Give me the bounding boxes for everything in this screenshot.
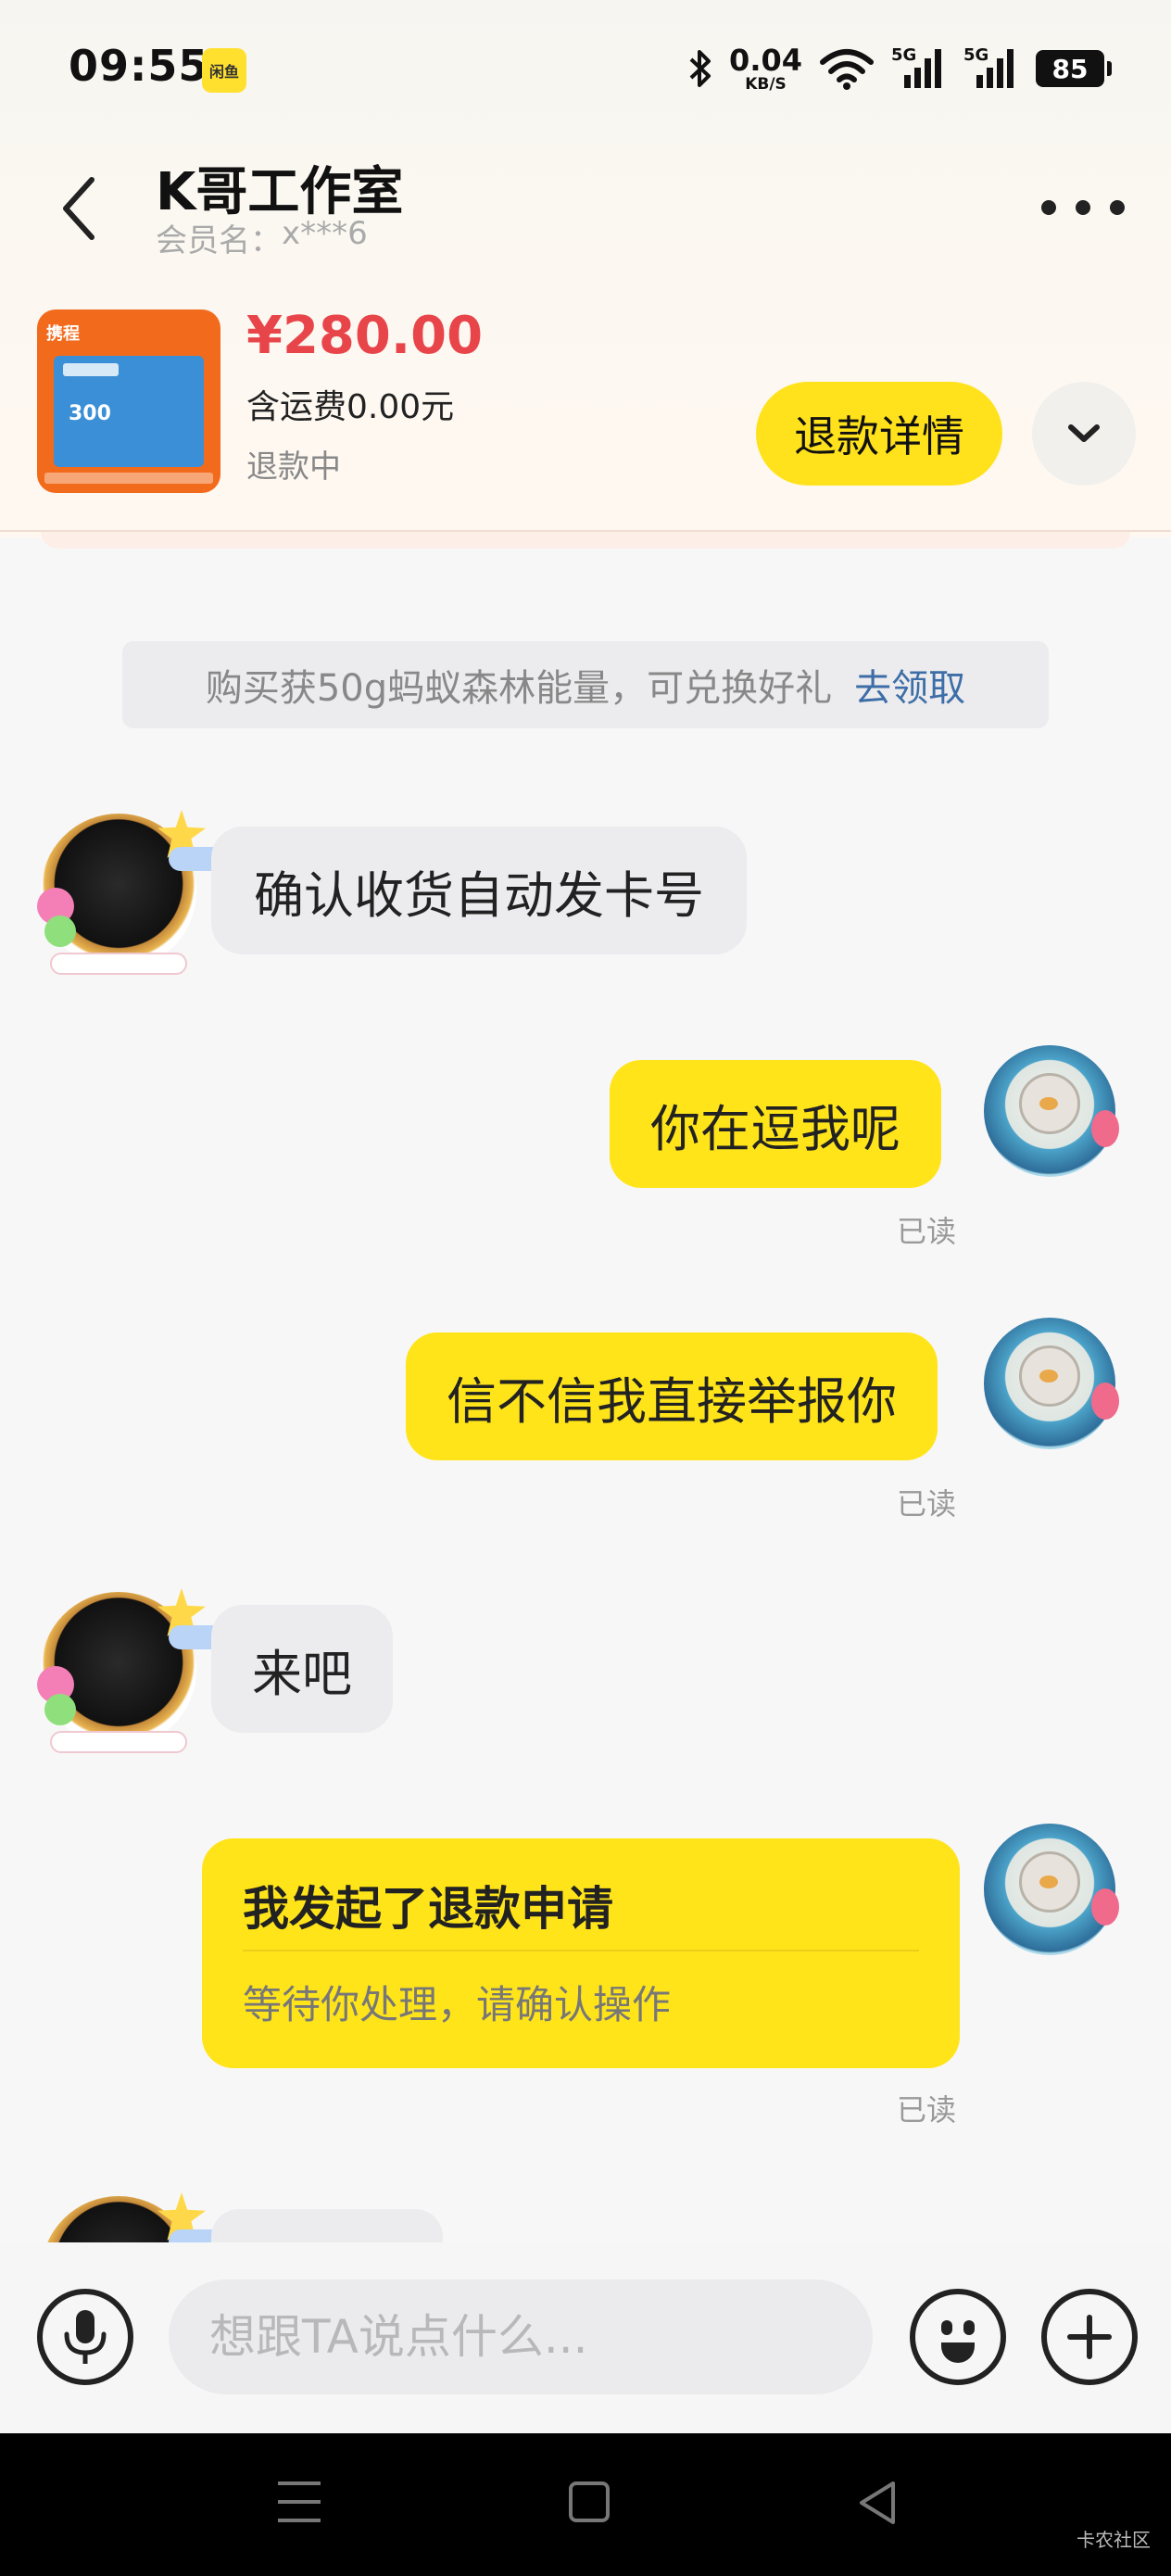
menu-icon[interactable]: [278, 2481, 321, 2522]
refund-card-title: 我发起了退款申请: [243, 1882, 613, 1936]
more-dot-icon: [1041, 200, 1056, 215]
message-bubble-me[interactable]: 你在逗我呢: [610, 1060, 941, 1188]
message-bubble-seller-partial[interactable]: [211, 2209, 443, 2242]
system-nav-bar: 卡农社区: [0, 2433, 1171, 2576]
message-input[interactable]: [169, 2279, 873, 2394]
expand-button[interactable]: [1032, 382, 1136, 486]
net-speed-unit: KB/S: [745, 74, 787, 94]
back-arrow-icon: [63, 177, 94, 240]
refund-details-button[interactable]: 退款详情: [756, 382, 1002, 486]
tail-icon: [1091, 1110, 1119, 1147]
product-card[interactable]: 携程 300 ¥280.00 含运费0.00元 退款中 退款详情: [0, 297, 1171, 537]
signal-icon: 5G: [891, 45, 947, 92]
nav-bar: K哥工作室 会员名： x***6: [0, 139, 1171, 278]
refund-request-card[interactable]: 我发起了退款申请 等待你处理，请确认操作: [202, 1838, 960, 2068]
bluetooth-icon: [688, 48, 712, 89]
watermark: 卡农社区: [1077, 2529, 1151, 2551]
more-dot-icon: [1076, 200, 1090, 215]
read-receipt: 已读: [897, 1486, 957, 1522]
promo-claim-link[interactable]: 去领取: [854, 658, 965, 712]
message-bubble-seller[interactable]: 来吧: [211, 1605, 393, 1733]
message-bubble-seller[interactable]: 确认收货自动发卡号: [211, 827, 747, 954]
thumb-brand: 携程: [46, 324, 80, 344]
wifi-icon: [819, 47, 875, 90]
home-icon[interactable]: [569, 2481, 610, 2522]
balloon-icon: [44, 915, 76, 947]
my-avatar[interactable]: [984, 1318, 1119, 1449]
back-button[interactable]: [46, 167, 111, 250]
status-icons: 0.04 KB/S 5G 5G 85: [688, 41, 1112, 96]
emoji-eye-icon: [941, 2320, 952, 2335]
seller-avatar[interactable]: [41, 2192, 224, 2242]
plus-button[interactable]: [1041, 2289, 1138, 2385]
chat-area[interactable]: 购买获50g蚂蚁森林能量，可兑换好礼 去领取 确认收货自动发卡号 你在逗我呢 已…: [0, 556, 1171, 2242]
member-value: x***6: [282, 215, 368, 252]
read-receipt: 已读: [897, 1214, 957, 1249]
shipping-fee: 含运费0.00元: [246, 388, 455, 426]
menu-line: [278, 2519, 321, 2522]
seller-avatar[interactable]: [37, 1588, 224, 1753]
thumb-number: 300: [69, 402, 111, 425]
order-status: 退款中: [246, 448, 341, 486]
top-area: 09:55 闲鱼 0.04 KB/S 5G 5G 85 K哥工作室 会员名： x…: [0, 0, 1171, 549]
app-badge-icon: 闲鱼: [202, 48, 246, 93]
tail-icon: [1091, 1383, 1119, 1420]
net-speed-value: 0.04: [729, 42, 802, 78]
shop-name[interactable]: K哥工作室: [156, 150, 403, 225]
cat-nose-icon: [1039, 1097, 1058, 1110]
emoji-eye-icon: [963, 2320, 975, 2335]
plus-icon: [1067, 2315, 1112, 2359]
seller-avatar[interactable]: [37, 810, 224, 975]
more-button[interactable]: [1041, 180, 1125, 235]
tail-icon: [1091, 1888, 1119, 1926]
voice-button[interactable]: [37, 2289, 133, 2385]
battery-icon: 85: [1036, 50, 1112, 87]
my-avatar[interactable]: [984, 1045, 1119, 1177]
refund-card-divider: [243, 1950, 919, 1951]
system-back-icon[interactable]: [856, 2480, 899, 2530]
balloon-icon: [44, 1694, 76, 1725]
promo-notice: 购买获50g蚂蚁森林能量，可兑换好礼 去领取: [122, 641, 1049, 728]
cat-nose-icon: [1039, 1370, 1058, 1383]
promo-text: 购买获50g蚂蚁森林能量，可兑换好礼: [205, 667, 833, 710]
more-dot-icon: [1110, 200, 1125, 215]
thumb-strip: [44, 473, 213, 484]
emoji-button[interactable]: [910, 2289, 1006, 2385]
status-bar: 09:55 闲鱼 0.04 KB/S 5G 5G 85: [0, 0, 1171, 139]
status-time: 09:55: [69, 41, 209, 91]
chevron-down-icon: [1068, 424, 1100, 442]
message-bubble-me[interactable]: 信不信我直接举报你: [406, 1332, 938, 1460]
cloud-icon: [50, 1731, 187, 1753]
my-avatar[interactable]: [984, 1824, 1119, 1955]
menu-line: [278, 2481, 321, 2485]
product-thumbnail[interactable]: 携程 300: [37, 309, 220, 493]
refund-card-description: 等待你处理，请确认操作: [243, 1982, 672, 2027]
cloud-icon: [50, 953, 187, 975]
member-label: 会员名：: [156, 222, 282, 259]
emoji-mouth-icon: [941, 2342, 975, 2363]
net-speed: 0.04 KB/S: [729, 45, 802, 93]
microphone-icon: [64, 2310, 107, 2364]
member-info: 会员名： x***6: [156, 215, 368, 260]
read-receipt: 已读: [897, 2092, 957, 2128]
card-shadow: [41, 532, 1130, 549]
product-price: ¥280.00: [246, 306, 484, 366]
menu-line: [278, 2500, 321, 2504]
cat-nose-icon: [1039, 1875, 1058, 1888]
input-bar: [0, 2242, 1171, 2433]
signal-icon: 5G: [963, 45, 1019, 92]
